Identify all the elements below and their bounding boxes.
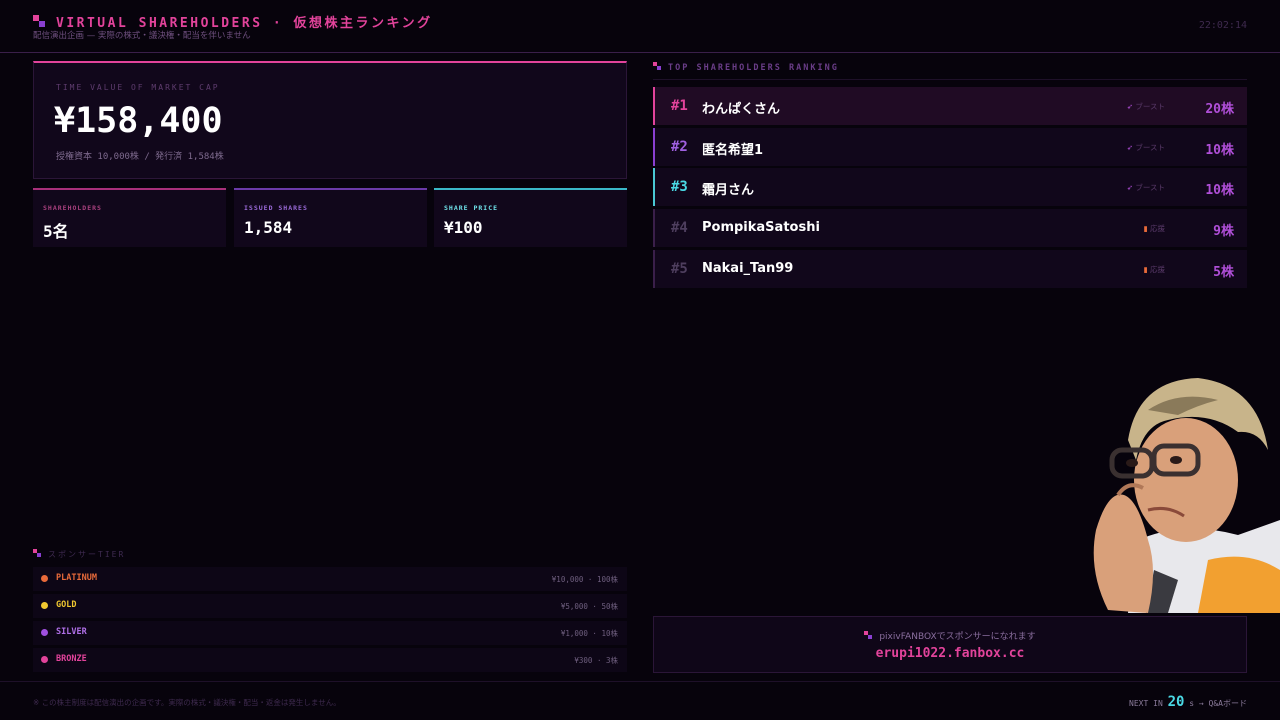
tier-bronze: BRONZE ¥300 · 3株 <box>33 648 627 672</box>
rank-number: #3 <box>671 179 688 195</box>
rank-tag-text: 応援 <box>1150 265 1165 274</box>
rank-tag: ➶ ブースト <box>1127 142 1165 153</box>
ranking-row: #5 Nakai_Tan99 ▮ 応援 5株 <box>653 250 1247 288</box>
rocket-icon: ➶ <box>1126 183 1133 192</box>
stat-label: SHARE PRICE <box>444 204 499 212</box>
rocket-icon: ➶ <box>1126 102 1133 111</box>
share-count: 20株 <box>1205 102 1234 117</box>
ranking-row: #3 霜月さん ➶ ブースト 10株 <box>653 168 1247 206</box>
rank-tag: ▮ 応援 <box>1143 223 1165 234</box>
footer: ※ この株主制度は配信演出の企画です。実際の株式・議決権・配当・返金は発生しませ… <box>0 681 1280 720</box>
shareholder-name: 匿名希望1 <box>702 143 764 158</box>
ranking-row: #4 PompikaSatoshi ▮ 応援 9株 <box>653 209 1247 247</box>
fanbox-panel: pixivFANBOXでスポンサーになれます erupi1022.fanbox.… <box>653 616 1247 673</box>
ranking-heading: TOP SHAREHOLDERS RANKING <box>653 62 839 73</box>
logo-icon <box>864 631 873 640</box>
rank-tag-text: ブースト <box>1135 102 1165 111</box>
app-subtitle: 配信演出企画 — 実際の株式・議決権・配当を伴いません <box>33 31 251 41</box>
webcam-feed <box>1088 370 1280 613</box>
tier-name: GOLD <box>56 600 77 610</box>
rank-tag-text: ブースト <box>1135 183 1165 192</box>
share-count: 9株 <box>1213 224 1234 239</box>
share-count: 5株 <box>1213 265 1234 280</box>
rank-number: #5 <box>671 261 688 277</box>
share-count: 10株 <box>1205 183 1234 198</box>
tier-name: PLATINUM <box>56 573 97 583</box>
bars-icon: ▮ <box>1143 224 1148 233</box>
stat-value: ¥100 <box>444 218 483 237</box>
header: VIRTUAL SHAREHOLDERS · 仮想株主ランキング 配信演出企画 … <box>0 0 1280 53</box>
rank-tag-text: 応援 <box>1150 224 1165 233</box>
market-cap-card: TIME VALUE OF MARKET CAP ¥158,400 授権資本 1… <box>33 61 627 179</box>
webcam-image <box>1088 370 1280 613</box>
sponsor-tier-heading: スポンサーTIER <box>33 549 125 560</box>
ranking-row: #2 匿名希望1 ➶ ブースト 10株 <box>653 128 1247 166</box>
tier-price: ¥1,000 · 10株 <box>560 629 618 638</box>
tier-dot-icon <box>41 629 48 636</box>
rank-number: #1 <box>671 98 688 114</box>
rocket-icon: ➶ <box>1126 143 1133 152</box>
fanbox-label: pixivFANBOXでスポンサーになれます <box>654 629 1246 642</box>
ranking-row: #1 わんぱくさん ➶ ブースト 20株 <box>653 87 1247 125</box>
tier-dot-icon <box>41 602 48 609</box>
fanbox-link[interactable]: erupi1022.fanbox.cc <box>654 646 1246 661</box>
next-suffix: s → Q&Aボード <box>1189 699 1247 708</box>
share-count: 10株 <box>1205 143 1234 158</box>
shareholders-stat: SHAREHOLDERS 5名 <box>33 188 226 247</box>
shareholder-name: わんぱくさん <box>702 102 781 117</box>
shareholder-name: PompikaSatoshi <box>702 220 820 235</box>
next-label: NEXT IN <box>1129 699 1163 708</box>
footer-disclaimer: ※ この株主制度は配信演出の企画です。実際の株式・議決権・配当・返金は発生しませ… <box>33 698 341 707</box>
tier-price: ¥10,000 · 100株 <box>551 575 618 584</box>
issued-shares-stat: ISSUED SHARES 1,584 <box>234 188 427 247</box>
rank-number: #2 <box>671 139 688 155</box>
bars-icon: ▮ <box>1143 265 1148 274</box>
shareholder-name: Nakai_Tan99 <box>702 261 794 276</box>
market-cap-label: TIME VALUE OF MARKET CAP <box>56 83 220 92</box>
logo-icon <box>33 15 46 28</box>
fanbox-label-text: pixivFANBOXでスポンサーになれます <box>879 632 1036 642</box>
tier-platinum: PLATINUM ¥10,000 · 100株 <box>33 567 627 591</box>
tier-dot-icon <box>41 575 48 582</box>
stat-label: ISSUED SHARES <box>244 204 308 212</box>
stat-value: 1,584 <box>244 218 293 237</box>
countdown-value: 20 <box>1167 694 1185 710</box>
logo-icon <box>33 549 42 558</box>
rank-number: #4 <box>671 220 688 236</box>
divider <box>653 79 1247 80</box>
tier-name: BRONZE <box>56 654 87 664</box>
rank-tag-text: ブースト <box>1135 143 1165 152</box>
tier-name: SILVER <box>56 627 87 637</box>
stat-label: SHAREHOLDERS <box>43 204 102 212</box>
tier-price: ¥300 · 3株 <box>574 656 618 665</box>
market-cap-value: ¥158,400 <box>54 101 223 141</box>
share-price-stat: SHARE PRICE ¥100 <box>434 188 627 247</box>
tier-price: ¥5,000 · 50株 <box>560 602 618 611</box>
market-cap-detail: 授権資本 10,000株 / 発行済 1,584株 <box>56 152 224 162</box>
stat-value: 5名 <box>43 222 69 241</box>
next-countdown: NEXT IN 20 s → Q&Aボード <box>1129 694 1247 710</box>
tier-gold: GOLD ¥5,000 · 50株 <box>33 594 627 618</box>
tier-silver: SILVER ¥1,000 · 10株 <box>33 621 627 645</box>
logo-icon <box>653 62 662 71</box>
ranking-heading-text: TOP SHAREHOLDERS RANKING <box>668 63 839 73</box>
rank-tag: ➶ ブースト <box>1127 182 1165 193</box>
rank-tag: ➶ ブースト <box>1127 101 1165 112</box>
rank-tag: ▮ 応援 <box>1143 264 1165 275</box>
shareholder-name: 霜月さん <box>702 183 755 198</box>
tier-dot-icon <box>41 656 48 663</box>
clock: 22:02:14 <box>1198 20 1247 31</box>
sponsor-tier-heading-text: スポンサーTIER <box>48 550 126 559</box>
